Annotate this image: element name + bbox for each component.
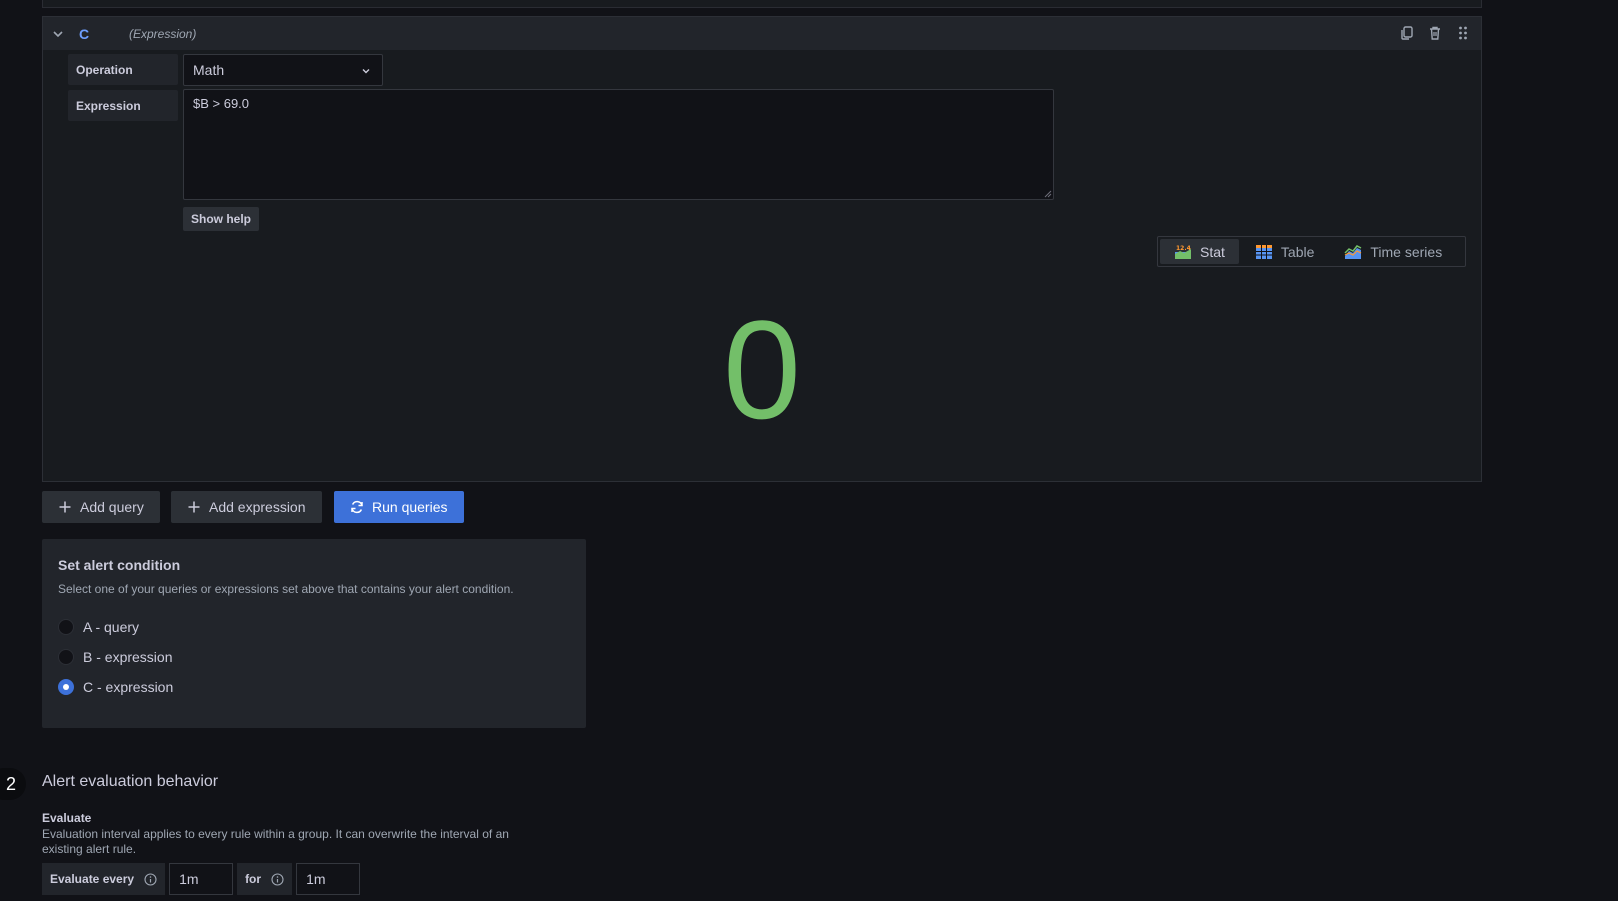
expression-value: $B > 69.0 <box>193 96 250 111</box>
duplicate-icon[interactable] <box>1399 25 1415 41</box>
query-type-label: (Expression) <box>129 26 197 41</box>
info-circle-icon[interactable] <box>271 872 284 886</box>
radio-button-checked[interactable] <box>58 679 74 695</box>
add-expression-button[interactable]: Add expression <box>171 491 322 523</box>
viz-option-label: Stat <box>1200 243 1225 260</box>
stat-icon: 12.4 <box>1175 245 1191 259</box>
for-text: for <box>245 872 262 886</box>
resize-grip-icon[interactable] <box>1044 190 1052 198</box>
viz-option-label: Table <box>1280 243 1315 260</box>
evaluate-row: Evaluate every 1m for 1m <box>42 863 361 895</box>
condition-option-label: B - expression <box>83 649 173 665</box>
evaluate-description: Evaluation interval applies to every rul… <box>42 827 509 856</box>
condition-option-label: C - expression <box>83 679 174 695</box>
drag-handle-icon[interactable] <box>1455 25 1471 41</box>
plus-icon <box>59 501 71 513</box>
plus-icon <box>188 501 200 513</box>
viz-option-stat[interactable]: 12.4 Stat <box>1160 239 1239 264</box>
run-queries-button[interactable]: Run queries <box>334 491 464 523</box>
chevron-down-icon <box>362 69 370 74</box>
for-label: for <box>237 863 293 895</box>
viz-option-table[interactable]: Table <box>1241 239 1328 264</box>
chevron-down-icon[interactable] <box>51 27 65 41</box>
query-card-c: C (Expression) Operation Math Expression <box>42 16 1482 482</box>
step-number-badge: 2 <box>0 768 26 800</box>
section-title: Alert evaluation behavior <box>42 773 219 790</box>
evaluate-every-label: Evaluate every <box>42 863 166 895</box>
table-icon <box>1255 244 1272 259</box>
for-input[interactable]: 1m <box>296 863 361 895</box>
alert-condition-title: Set alert condition <box>58 557 181 573</box>
alert-condition-description: Select one of your queries or expression… <box>58 582 514 596</box>
stat-value: 0 <box>723 291 803 448</box>
operation-select[interactable]: Math <box>183 54 383 86</box>
condition-option-a[interactable]: A - query <box>58 612 570 642</box>
expression-label: Expression <box>68 90 178 121</box>
run-queries-label: Run queries <box>372 499 448 515</box>
viz-option-time-series[interactable]: Time series <box>1330 239 1456 264</box>
svg-text:12.4: 12.4 <box>1176 245 1191 252</box>
sync-icon <box>351 500 363 514</box>
operation-value: Math <box>193 62 225 78</box>
condition-option-label: A - query <box>83 619 140 635</box>
alert-condition-panel: Set alert condition Select one of your q… <box>42 539 586 728</box>
add-query-label: Add query <box>80 499 144 515</box>
timeseries-icon <box>1344 244 1362 259</box>
evaluate-every-input[interactable]: 1m <box>169 863 234 895</box>
query-ref-id[interactable]: C <box>79 26 129 42</box>
radio-button[interactable] <box>58 649 74 665</box>
trash-icon[interactable] <box>1427 25 1443 41</box>
radio-button[interactable] <box>58 619 74 635</box>
evaluate-title: Evaluate <box>42 811 92 825</box>
condition-option-c[interactable]: C - expression <box>58 672 570 702</box>
condition-option-b[interactable]: B - expression <box>58 642 570 672</box>
evaluate-every-text: Evaluate every <box>50 872 135 886</box>
show-help-button[interactable]: Show help <box>183 207 259 231</box>
add-expression-label: Add expression <box>209 499 306 515</box>
operation-label: Operation <box>68 54 178 85</box>
query-card-header[interactable]: C (Expression) <box>43 17 1481 50</box>
info-circle-icon[interactable] <box>144 872 157 886</box>
previous-query-card-edge <box>42 0 1482 8</box>
add-query-button[interactable]: Add query <box>42 491 160 523</box>
expression-input[interactable]: $B > 69.0 <box>183 89 1054 200</box>
viz-option-label: Time series <box>1370 243 1443 260</box>
visualization-switcher: 12.4 Stat Table Time series <box>1157 236 1466 267</box>
